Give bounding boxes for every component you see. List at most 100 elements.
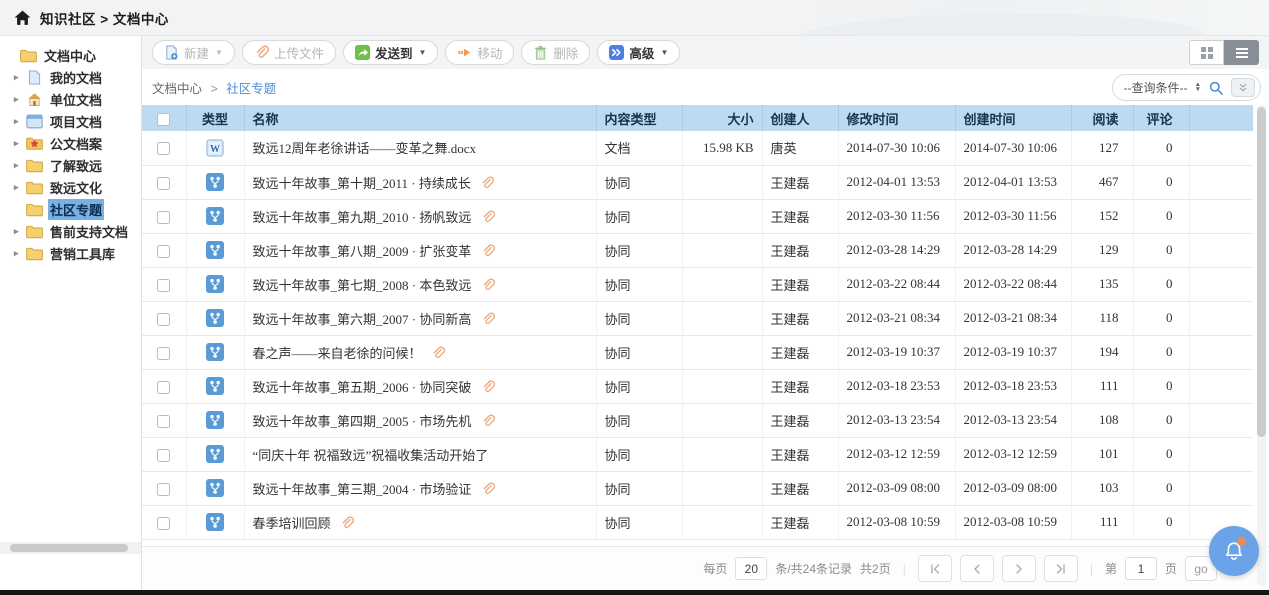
- table-row[interactable]: 致远十年故事_第三期_2004 · 市场验证 协同 王建磊 2012-03-09…: [142, 471, 1253, 505]
- column-header-created[interactable]: 创建时间: [955, 105, 1071, 131]
- row-checkbox[interactable]: [157, 449, 170, 462]
- page-number-input[interactable]: [1125, 557, 1157, 580]
- sidebar-item-doc-center[interactable]: ▸ 文档中心: [0, 44, 141, 66]
- table-row[interactable]: 春季培训回顾 协同 王建磊 2012-03-08 10:59 2012-03-0…: [142, 505, 1253, 539]
- expand-arrow-icon[interactable]: ▸: [14, 182, 24, 193]
- advanced-button[interactable]: 高级 ▼: [597, 40, 680, 65]
- table-row[interactable]: 致远十年故事_第六期_2007 · 协同新高 协同 王建磊 2012-03-21…: [142, 301, 1253, 335]
- row-checkbox[interactable]: [157, 279, 170, 292]
- new-button[interactable]: 新建 ▼: [152, 40, 235, 65]
- expand-arrow-icon[interactable]: ▸: [14, 72, 24, 83]
- modified-time-cell: 2012-03-12 12:59: [838, 437, 955, 471]
- table-row[interactable]: 致远十年故事_第四期_2005 · 市场先机 协同 王建磊 2012-03-13…: [142, 403, 1253, 437]
- select-all-checkbox[interactable]: [157, 113, 170, 126]
- document-title-link[interactable]: 致远十年故事_第三期_2004 · 市场验证: [253, 482, 472, 497]
- sidebar-item-zhiyuan-culture[interactable]: ▸ 致远文化: [0, 176, 141, 198]
- notification-bell-button[interactable]: [1209, 526, 1259, 576]
- document-title-link[interactable]: 致远十年故事_第八期_2009 · 扩张变革: [253, 244, 472, 259]
- column-header-type[interactable]: 类型: [186, 105, 244, 131]
- document-title-link[interactable]: 致远十年故事_第四期_2005 · 市场先机: [253, 414, 472, 429]
- sidebar-item-project-docs[interactable]: ▸ 项目文档: [0, 110, 141, 132]
- scrollbar-thumb[interactable]: [1257, 107, 1266, 437]
- sidebar-item-community-topics[interactable]: ▸ 社区专题: [0, 198, 141, 220]
- last-page-button[interactable]: [1044, 555, 1078, 582]
- expand-arrow-icon[interactable]: ▸: [14, 94, 24, 105]
- select-spinner-icon[interactable]: ▲▼: [1195, 83, 1201, 92]
- row-checkbox[interactable]: [157, 211, 170, 224]
- list-view-button[interactable]: [1224, 40, 1259, 65]
- table-row[interactable]: 致远十年故事_第五期_2006 · 协同突破 协同 王建磊 2012-03-18…: [142, 369, 1253, 403]
- attachment-paperclip-icon: [481, 312, 495, 326]
- row-checkbox[interactable]: [157, 415, 170, 428]
- column-header-name[interactable]: 名称: [244, 105, 596, 131]
- attachment-paperclip-icon: [481, 278, 495, 292]
- table-row[interactable]: 春之声——来自老徐的问候！ 协同 王建磊 2012-03-19 10:37 20…: [142, 335, 1253, 369]
- document-title-link[interactable]: “同庆十年 祝福致远”祝福收集活动开始了: [253, 448, 489, 463]
- sidebar-item-official-archive[interactable]: ▸ 公文档案: [0, 132, 141, 154]
- row-checkbox[interactable]: [157, 517, 170, 530]
- reads-cell: 108: [1071, 403, 1133, 437]
- sidebar-item-marketing-tools[interactable]: ▸ 营销工具库: [0, 242, 141, 264]
- expand-arrow-icon[interactable]: ▸: [14, 138, 24, 149]
- table-row[interactable]: 致远十年故事_第八期_2009 · 扩张变革 协同 王建磊 2012-03-28…: [142, 233, 1253, 267]
- document-title-link[interactable]: 致远十年故事_第十期_2011 · 持续成长: [253, 176, 471, 191]
- expand-arrow-icon[interactable]: ▸: [14, 248, 24, 259]
- grid-view-button[interactable]: [1189, 40, 1224, 65]
- sidebar-item-presales-docs[interactable]: ▸ 售前支持文档: [0, 220, 141, 242]
- next-page-button[interactable]: [1002, 555, 1036, 582]
- column-header-creator[interactable]: 创建人: [762, 105, 838, 131]
- sidebar-item-about-zhiyuan[interactable]: ▸ 了解致远: [0, 154, 141, 176]
- column-header-content-type[interactable]: 内容类型: [596, 105, 682, 131]
- row-checkbox[interactable]: [157, 245, 170, 258]
- sidebar-item-unit-docs[interactable]: ▸ 单位文档: [0, 88, 141, 110]
- document-title-link[interactable]: 致远十年故事_第九期_2010 · 扬帆致远: [253, 210, 472, 225]
- document-title-link[interactable]: 春之声——来自老徐的问候！: [253, 346, 422, 361]
- document-title-link[interactable]: 春季培训回顾: [253, 516, 331, 531]
- column-header-comments[interactable]: 评论: [1133, 105, 1189, 131]
- row-checkbox[interactable]: [157, 142, 170, 155]
- scrollbar-thumb[interactable]: [10, 544, 128, 552]
- upload-button[interactable]: 上传文件: [242, 40, 336, 65]
- previous-page-button[interactable]: [960, 555, 994, 582]
- row-checkbox[interactable]: [157, 347, 170, 360]
- home-icon[interactable]: [14, 10, 31, 26]
- send-to-button[interactable]: 发送到 ▼: [343, 40, 438, 65]
- row-checkbox[interactable]: [157, 381, 170, 394]
- pagination-bar: 每页 条/共24条记录 共2页 | | 第 页 go: [142, 546, 1269, 590]
- row-checkbox[interactable]: [157, 483, 170, 496]
- column-header-size[interactable]: 大小: [682, 105, 762, 131]
- move-button[interactable]: 移动: [445, 40, 514, 65]
- delete-button[interactable]: 删除: [521, 40, 590, 65]
- column-header-reads[interactable]: 阅读: [1071, 105, 1133, 131]
- document-title-link[interactable]: 致远十年故事_第七期_2008 · 本色致远: [253, 278, 472, 293]
- table-row[interactable]: 致远十年故事_第十期_2011 · 持续成长 协同 王建磊 2012-04-01…: [142, 165, 1253, 199]
- document-title-link[interactable]: 致远十年故事_第六期_2007 · 协同新高: [253, 312, 472, 327]
- table-row[interactable]: “同庆十年 祝福致远”祝福收集活动开始了 协同 王建磊 2012-03-12 1…: [142, 437, 1253, 471]
- sidebar-horizontal-scrollbar[interactable]: [0, 542, 141, 554]
- move-icon: [457, 45, 472, 60]
- breadcrumb-parent-link[interactable]: 文档中心: [152, 82, 202, 96]
- query-condition-select[interactable]: --查询条件--: [1124, 79, 1188, 96]
- sidebar-item-my-docs[interactable]: ▸ 我的文档: [0, 66, 141, 88]
- breadcrumb-current-link[interactable]: 社区专题: [226, 82, 276, 96]
- expand-arrow-icon[interactable]: ▸: [14, 116, 24, 127]
- column-header-modified[interactable]: 修改时间: [838, 105, 955, 131]
- expand-arrow-icon[interactable]: ▸: [14, 226, 24, 237]
- per-page-input[interactable]: [735, 557, 767, 580]
- search-icon[interactable]: [1208, 80, 1224, 96]
- table-row[interactable]: 致远十年故事_第九期_2010 · 扬帆致远 协同 王建磊 2012-03-30…: [142, 199, 1253, 233]
- table-row[interactable]: 致远十年故事_第七期_2008 · 本色致远 协同 王建磊 2012-03-22…: [142, 267, 1253, 301]
- table-vertical-scrollbar[interactable]: [1257, 105, 1266, 586]
- advanced-search-expand-button[interactable]: [1231, 78, 1255, 97]
- modified-time-cell: 2012-03-19 10:37: [838, 335, 955, 369]
- row-checkbox[interactable]: [157, 177, 170, 190]
- table-row[interactable]: W 致远12周年老徐讲话——变革之舞.docx 文档 15.98 KB 唐英 2…: [142, 131, 1253, 165]
- document-title-link[interactable]: 致远12周年老徐讲话——变革之舞.docx: [253, 141, 477, 156]
- expand-arrow-icon[interactable]: ▸: [14, 160, 24, 171]
- project-icon: [26, 114, 43, 129]
- document-title-link[interactable]: 致远十年故事_第五期_2006 · 协同突破: [253, 380, 472, 395]
- first-page-button[interactable]: [918, 555, 952, 582]
- content-type-cell: 协同: [596, 437, 682, 471]
- row-checkbox[interactable]: [157, 313, 170, 326]
- content-type-cell: 协同: [596, 301, 682, 335]
